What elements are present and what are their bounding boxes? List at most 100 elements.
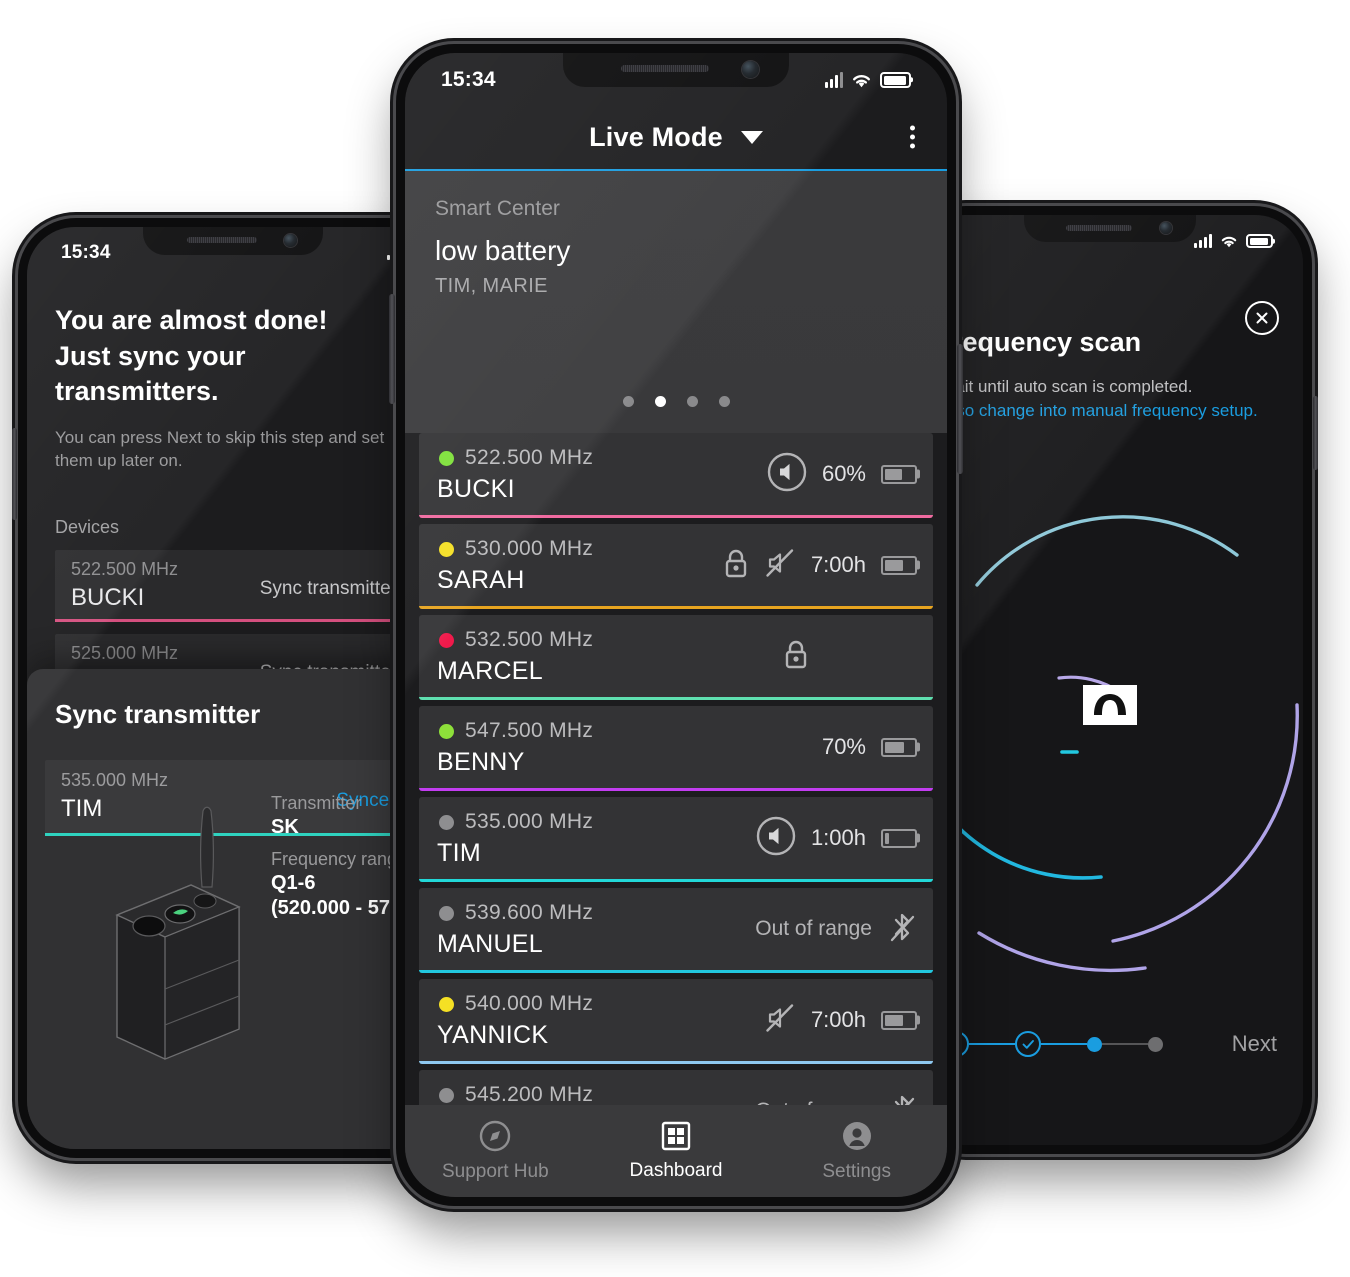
alert-title: low battery [435,235,571,266]
device-frequency: 539.600 MHz [465,901,594,924]
close-icon[interactable] [1245,301,1279,335]
person-icon [842,1122,871,1150]
page-dot[interactable] [686,396,698,407]
left-devices-label: Devices [55,516,120,537]
wifi-icon [853,74,870,87]
device-accent-line [419,788,933,791]
connection-status: Out of range [755,917,872,940]
device-frequency: 535.000 MHz [465,810,594,833]
tab-settings[interactable]: Settings [766,1119,947,1183]
status-dot [439,1088,454,1103]
compass-icon [480,1120,511,1152]
right-phone-device: frequency scan wait until auto scan is c… [908,206,1318,1154]
table-row[interactable]: 535.000 MHz TIM 1:00h [419,797,933,882]
device-accent-line [419,879,933,882]
center-phone-device: 15:34 Live Mode Smart Center low battery… [389,44,963,1206]
speaker-muted-icon[interactable] [764,1002,796,1039]
page-dot-active[interactable] [654,396,666,407]
manual-setup-link[interactable]: also change into manual frequency setup. [943,401,1258,421]
tab-label: Dashboard [629,1160,723,1181]
speaker-muted-icon[interactable] [764,547,796,584]
battery-icon [881,737,917,757]
right-phone-screen: frequency scan wait until auto scan is c… [917,215,1303,1145]
runtime-remaining: 7:00h [810,1007,866,1032]
left-phone-device: 15:34 You are almost done! Just sync you… [12,218,448,1158]
status-dot [439,451,454,466]
tab-support-hub[interactable]: Support Hub [405,1119,586,1183]
lock-icon[interactable] [783,638,809,675]
alert-subtitle: TIM, MARIE [435,275,548,297]
right-status-bar [917,229,1303,253]
volume-up-button[interactable] [389,294,395,404]
bottom-tab-bar[interactable]: Support Hub Dashboard Settings [405,1105,947,1197]
battery-icon [880,72,911,88]
status-dot [439,724,454,739]
scan-instruction: wait until auto scan is completed. [943,377,1193,396]
battery-icon [881,1010,917,1030]
device-name: TIM [437,839,481,867]
device-accent-line [419,606,933,609]
table-row[interactable]: 540.000 MHz YANNICK 7:00h [419,979,933,1064]
device-accent-line [419,1061,933,1064]
device-frequency: 525.000 MHz [71,642,179,663]
table-row[interactable]: 547.500 MHz BENNY 70% [419,706,933,791]
device-accent-line [419,970,933,973]
sync-transmitter-action[interactable]: Sync transmitter [260,578,397,600]
step-current-3[interactable] [1087,1036,1102,1052]
table-row[interactable]: 539.600 MHz MANUEL Out of range [419,888,933,973]
left-heading-line2: Just sync your transmitters. [55,340,246,407]
table-row[interactable]: 522.500 MHz BUCKI 60% [419,433,933,518]
tab-dashboard[interactable]: Dashboard [586,1120,767,1182]
device-frequency: 532.500 MHz [465,628,594,651]
device-list[interactable]: 522.500 MHz BUCKI 60% 530.000 MHz SARAH … [405,433,947,1155]
page-dot[interactable] [622,396,634,407]
power-button[interactable] [1313,396,1318,470]
center-status-bar: 15:34 [405,67,947,93]
tab-label: Support Hub [441,1161,549,1182]
app-header: Live Mode [405,105,947,169]
step-completed-2[interactable] [1015,1031,1041,1057]
chevron-down-icon[interactable] [740,130,763,144]
device-frequency: 535.000 MHz [61,770,169,790]
smart-center-card[interactable]: Smart Center low battery TIM, MARIE [405,171,947,433]
device-frequency: 545.200 MHz [465,1083,594,1106]
lock-icon[interactable] [723,547,749,584]
device-frequency: 540.000 MHz [465,992,594,1015]
status-dot [439,633,454,648]
smart-center-label: Smart Center [435,197,560,220]
bodypack-transmitter-illustration [87,803,257,1068]
device-name: BENNY [437,748,525,776]
page-dot[interactable] [718,396,730,407]
power-button[interactable] [957,344,963,474]
status-clock: 15:34 [441,68,496,91]
tab-label: Settings [822,1161,891,1182]
wifi-icon [1221,236,1237,247]
volume-button[interactable] [12,428,17,520]
page-indicator-dots[interactable] [405,396,947,407]
device-accent-line [55,618,411,622]
left-device-row[interactable]: 522.500 MHz BUCKI Sync transmitter [55,549,411,622]
table-row[interactable]: 532.500 MHz MARCEL [419,615,933,700]
table-row[interactable]: 530.000 MHz SARAH 7:00h [419,524,933,609]
sennheiser-logo [1083,685,1137,725]
device-frequency: 530.000 MHz [465,537,594,560]
speaker-circle-icon[interactable] [756,816,796,861]
kebab-menu-icon[interactable] [910,125,915,149]
speaker-circle-icon[interactable] [767,452,807,497]
battery-icon [881,464,917,484]
device-name: YANNICK [437,1021,549,1049]
device-accent-line [419,515,933,518]
page-title: Live Mode [589,121,723,152]
screenshot-stage: 15:34 You are almost done! Just sync you… [0,0,1350,1277]
step-connector [1102,1042,1148,1046]
battery-icon [1246,234,1273,248]
next-button[interactable]: Next [1232,1031,1277,1057]
sheet-title: Sync transmitter [55,699,261,729]
step-connector [1041,1042,1087,1046]
device-name: MARCEL [437,657,543,685]
step-pending-4[interactable] [1148,1036,1163,1052]
battery-icon [881,828,917,848]
page-title: frequency scan [943,327,1142,357]
runtime-remaining: 1:00h [810,825,866,850]
device-frequency: 522.500 MHz [465,446,594,469]
